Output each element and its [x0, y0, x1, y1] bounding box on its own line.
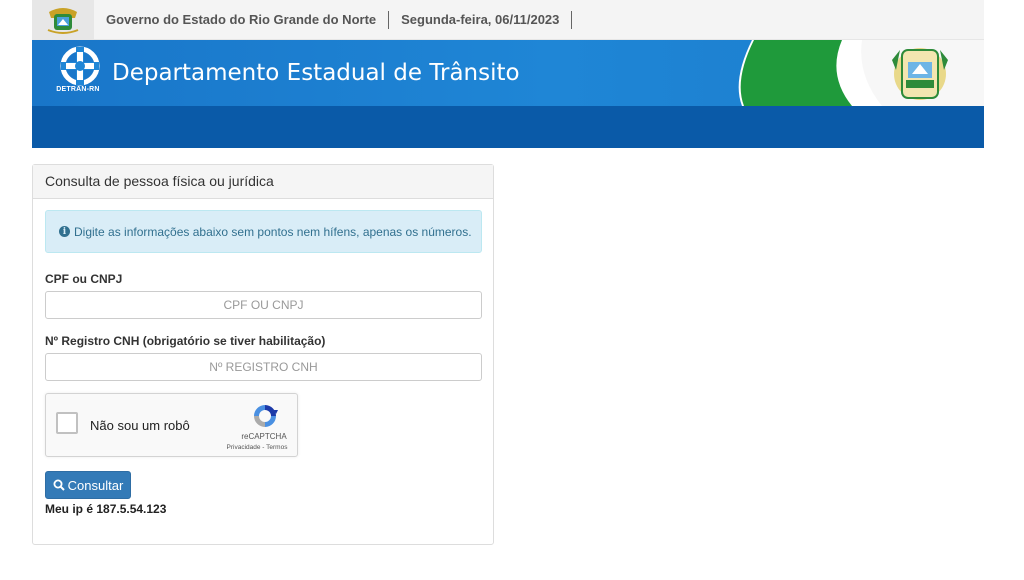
recaptcha-privacy-terms-links[interactable]: Privacidade - Termos [218, 444, 296, 451]
consultar-label: Consultar [67, 477, 124, 493]
recaptcha-checkbox[interactable] [56, 412, 78, 434]
site-header: Governo do Estado do Rio Grande do Norte… [32, 0, 984, 148]
cnh-registro-input[interactable] [45, 353, 482, 381]
cpf-cnpj-input[interactable] [45, 291, 482, 319]
alert-text: Digite as informações abaixo sem pontos … [74, 224, 472, 239]
recaptcha-logo-icon [254, 405, 278, 427]
ip-address-text: Meu ip é 187.5.54.123 [45, 502, 167, 516]
government-name: Governo do Estado do Rio Grande do Norte [106, 12, 377, 27]
search-icon [53, 479, 65, 491]
panel-heading: Consulta de pessoa física ou jurídica [33, 165, 493, 199]
cpf-label: CPF ou CNPJ [45, 272, 123, 286]
consultar-button[interactable]: Consultar [45, 471, 131, 499]
top-bar: Governo do Estado do Rio Grande do Norte… [32, 0, 984, 40]
cnh-label: Nº Registro CNH (obrigatório se tiver ha… [45, 334, 326, 348]
info-icon: i [59, 226, 70, 237]
consulta-panel: Consulta de pessoa física ou jurídica i … [32, 164, 494, 545]
current-date: Segunda-feira, 06/11/2023 [401, 12, 560, 27]
divider [571, 10, 573, 29]
recaptcha-brand: reCAPTCHA [241, 432, 287, 441]
header-banner: DETRAN-RN Departamento Estadual de Trâns… [32, 40, 984, 106]
recaptcha-widget: Não sou um robô reCAPTCHA Privacidade - … [45, 393, 298, 457]
info-alert: i Digite as informações abaixo sem ponto… [45, 210, 482, 253]
state-flag-icon [738, 40, 984, 106]
state-coat-of-arms-icon [32, 0, 94, 39]
recaptcha-label: Não sou um robô [90, 418, 190, 433]
detran-logo-label: DETRAN-RN [56, 86, 100, 93]
header-subbar [32, 106, 984, 148]
page-title: Departamento Estadual de Trânsito [112, 60, 520, 86]
